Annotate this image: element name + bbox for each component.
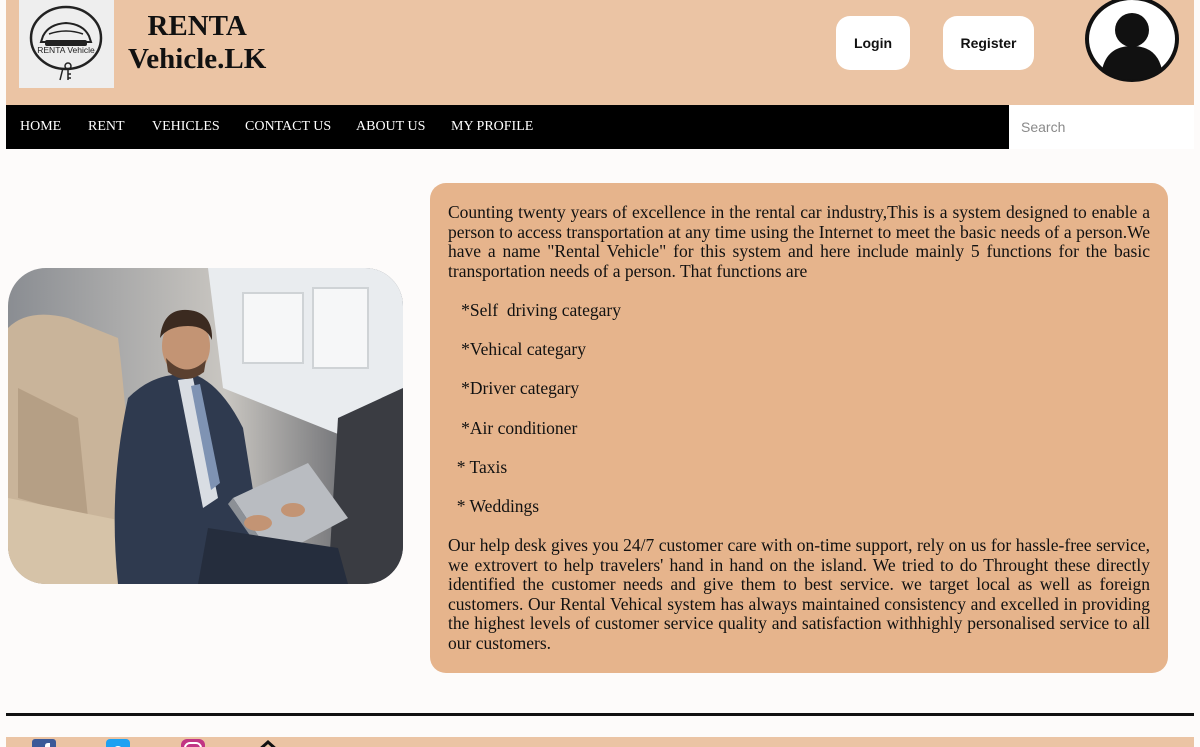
user-avatar-icon[interactable] bbox=[1085, 0, 1181, 84]
site-header: RENTA Vehicle RENTA Vehicle.LK Login Reg… bbox=[6, 0, 1194, 105]
nav-my-profile[interactable]: MY PROFILE bbox=[451, 105, 533, 149]
main-nav: HOME RENT VEHICLES CONTACT US ABOUT US M… bbox=[6, 105, 1009, 149]
search-input[interactable] bbox=[1009, 105, 1194, 149]
nav-home[interactable]: HOME bbox=[20, 105, 61, 149]
login-button[interactable]: Login bbox=[836, 16, 910, 70]
home-icon[interactable] bbox=[256, 739, 280, 747]
footer-divider bbox=[6, 713, 1194, 716]
twitter-icon[interactable] bbox=[106, 739, 130, 747]
facebook-icon[interactable] bbox=[32, 739, 56, 747]
logo[interactable]: RENTA Vehicle bbox=[19, 0, 114, 88]
feature-item: *Vehical categary bbox=[448, 339, 586, 360]
feature-item: *Self driving categary bbox=[448, 299, 622, 320]
brand-line1: RENTA bbox=[147, 10, 247, 42]
nav-contact-us[interactable]: CONTACT US bbox=[245, 105, 331, 149]
feature-item: * Weddings bbox=[448, 495, 540, 516]
brand-line2: Vehicle.LK bbox=[128, 43, 267, 75]
nav-rent[interactable]: RENT bbox=[88, 105, 125, 149]
feature-item: * Taxis bbox=[448, 456, 508, 477]
logo-text: RENTA Vehicle bbox=[37, 45, 95, 55]
instagram-icon[interactable] bbox=[181, 739, 205, 747]
businessman-in-car-photo bbox=[8, 268, 403, 584]
intro-paragraph: Counting twenty years of excellence in t… bbox=[448, 202, 1150, 281]
nav-about-us[interactable]: ABOUT US bbox=[356, 105, 425, 149]
outro-paragraph: Our help desk gives you 24/7 customer ca… bbox=[448, 535, 1150, 654]
nav-vehicles[interactable]: VEHICLES bbox=[152, 105, 220, 149]
feature-item: *Driver categary bbox=[448, 378, 580, 399]
brand-name: RENTA Vehicle.LK bbox=[128, 10, 266, 76]
about-content-card: Counting twenty years of excellence in t… bbox=[430, 183, 1168, 673]
feature-item: *Air conditioner bbox=[448, 417, 578, 438]
footer bbox=[6, 737, 1194, 747]
register-button[interactable]: Register bbox=[943, 16, 1034, 70]
car-logo-icon: RENTA Vehicle bbox=[29, 5, 103, 81]
